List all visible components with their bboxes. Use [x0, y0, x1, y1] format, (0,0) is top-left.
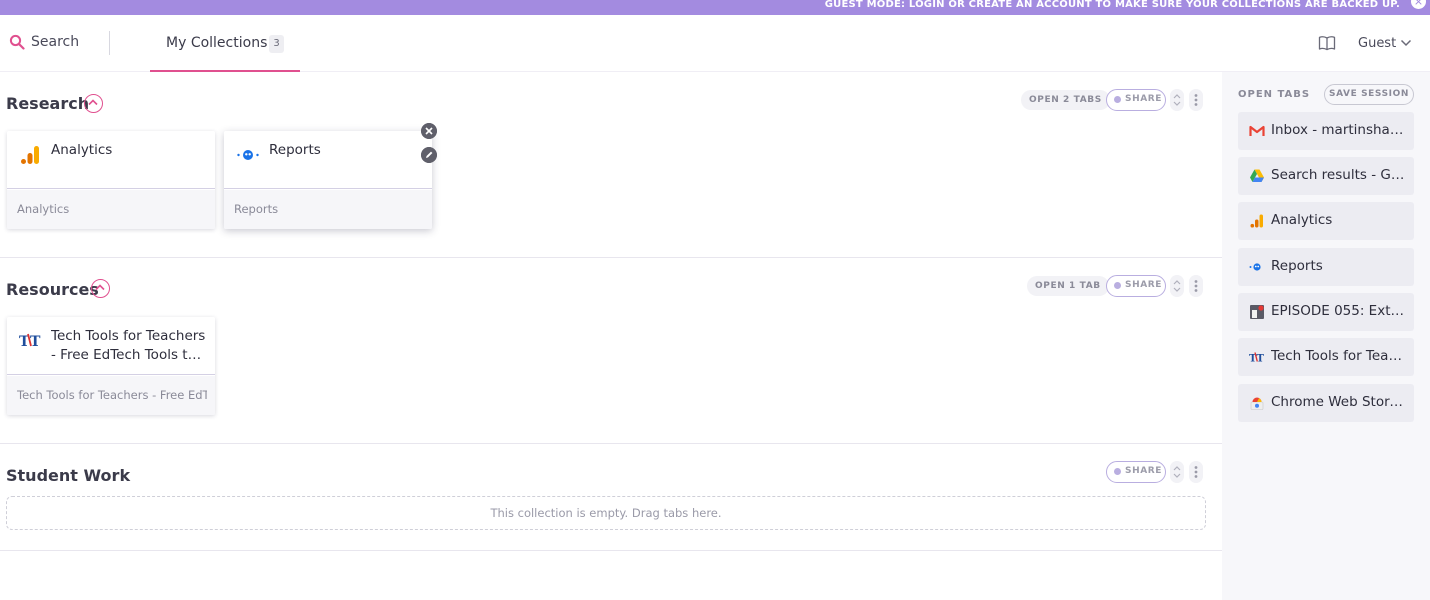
card-header: Reports: [224, 131, 432, 189]
episode-icon: [1250, 305, 1264, 319]
topbar-divider: [109, 31, 110, 55]
card-url: Tech Tools for Teachers - Free EdTe: [17, 388, 207, 402]
sort-icon[interactable]: [1170, 275, 1184, 297]
share-dot-icon: [1114, 468, 1121, 475]
open-tab-item[interactable]: Search results - Go…: [1238, 157, 1414, 195]
tech-tools-icon: T T: [19, 333, 41, 350]
card-footer: Tech Tools for Teachers - Free EdTe: [7, 376, 215, 415]
card-url: Reports: [234, 202, 279, 216]
tab-card-analytics[interactable]: Analytics Analytics: [7, 131, 215, 229]
share-label: SHARE: [1125, 94, 1163, 104]
open-tab-item[interactable]: Inbox - martinshan…: [1238, 112, 1414, 150]
card-url: Analytics: [17, 202, 70, 216]
google-drive-icon: [1250, 169, 1264, 182]
open-tab-item[interactable]: Analytics: [1238, 202, 1414, 240]
more-options-icon[interactable]: [1189, 89, 1203, 111]
analytics-icon: [1250, 214, 1263, 228]
chevron-up-icon: [88, 99, 98, 106]
empty-collection-dropzone[interactable]: This collection is empty. Drag tabs here…: [6, 496, 1206, 530]
tech-tools-icon: T T: [1249, 352, 1265, 365]
user-menu-label[interactable]: Guest: [1358, 36, 1396, 51]
share-dot-icon: [1114, 282, 1121, 289]
svg-text:T: T: [1257, 354, 1265, 365]
collections-panel: Research OPEN 2 TABS SHARE Analytics Ana…: [0, 72, 1222, 600]
open-tab-item[interactable]: Reports: [1238, 248, 1414, 286]
collection-title[interactable]: Research: [6, 94, 89, 113]
card-footer: Reports: [224, 190, 432, 229]
chevron-up-icon: [95, 284, 105, 291]
close-icon[interactable]: [421, 123, 437, 139]
collapse-collection-button[interactable]: [91, 279, 110, 298]
open-tab-label: Analytics: [1271, 212, 1333, 228]
collection-title[interactable]: Student Work: [6, 466, 130, 485]
save-session-button[interactable]: SAVE SESSION: [1324, 84, 1414, 105]
open-tabs-heading: OPEN TABS: [1238, 89, 1311, 100]
more-options-icon[interactable]: [1189, 275, 1203, 297]
open-tabs-button[interactable]: OPEN 2 TABS: [1021, 90, 1110, 110]
share-dot-icon: [1114, 96, 1121, 103]
sort-icon[interactable]: [1170, 89, 1184, 111]
share-label: SHARE: [1125, 466, 1163, 476]
open-tab-item[interactable]: T T Tech Tools for Tea…: [1238, 338, 1414, 376]
open-tab-item[interactable]: Chrome Web Store…: [1238, 384, 1414, 422]
svg-text:T: T: [30, 334, 41, 350]
search-icon[interactable]: [9, 34, 25, 50]
card-header: T T Tech Tools for Teachers - Free EdTec…: [7, 317, 215, 375]
top-bar: My Collections 3 Guest: [0, 15, 1430, 72]
reports-icon: [1249, 263, 1261, 271]
card-title: Tech Tools for Teachers - Free EdTech To…: [51, 328, 206, 363]
open-tab-label: Tech Tools for Tea…: [1271, 348, 1402, 364]
edit-icon[interactable]: [421, 147, 437, 163]
chevron-down-icon[interactable]: [1400, 39, 1412, 47]
guest-mode-text: GUEST MODE: LOGIN OR CREATE AN ACCOUNT T…: [824, 0, 1400, 10]
card-title: Analytics: [51, 142, 113, 158]
reports-icon: [237, 150, 259, 160]
share-button[interactable]: SHARE: [1106, 275, 1166, 297]
tab-card-tech-tools[interactable]: T T Tech Tools for Teachers - Free EdTec…: [7, 317, 215, 415]
open-tab-label: Reports: [1271, 258, 1323, 274]
chrome-web-store-icon: [1250, 397, 1264, 410]
open-tab-label: Inbox - martinshan…: [1271, 122, 1409, 138]
tab-my-collections[interactable]: My Collections 3: [150, 15, 300, 72]
collection-student-work: Student Work SHARE This collection is em…: [0, 444, 1222, 551]
card-header: Analytics: [7, 131, 215, 189]
open-tab-label: EPISODE 055: Exte…: [1271, 303, 1409, 319]
card-title: Reports: [269, 142, 321, 158]
open-tab-label: Chrome Web Store…: [1271, 394, 1409, 410]
open-tabs-sidebar: OPEN TABS SAVE SESSION Inbox - martinsha…: [1222, 72, 1430, 600]
banner-close-icon[interactable]: ×: [1411, 0, 1426, 9]
collection-research: Research OPEN 2 TABS SHARE Analytics Ana…: [0, 72, 1222, 258]
search-input[interactable]: [31, 32, 101, 52]
more-options-icon[interactable]: [1189, 461, 1203, 483]
collapse-collection-button[interactable]: [84, 94, 103, 113]
share-label: SHARE: [1125, 280, 1163, 290]
open-tab-label: Search results - Go…: [1271, 167, 1409, 183]
share-button[interactable]: SHARE: [1106, 461, 1166, 483]
open-tab-item[interactable]: EPISODE 055: Exte…: [1238, 293, 1414, 331]
open-tabs-button[interactable]: OPEN 1 TAB: [1027, 276, 1109, 296]
gmail-icon: [1249, 125, 1265, 136]
collection-title[interactable]: Resources: [6, 280, 99, 299]
tab-label: My Collections: [166, 35, 268, 51]
sort-icon[interactable]: [1170, 461, 1184, 483]
tab-card-reports[interactable]: Reports Reports: [224, 131, 432, 229]
book-icon[interactable]: [1318, 35, 1336, 51]
analytics-icon: [21, 146, 39, 164]
share-button[interactable]: SHARE: [1106, 89, 1166, 111]
collection-resources: Resources OPEN 1 TAB SHARE T T Tech Tool…: [0, 258, 1222, 444]
card-footer: Analytics: [7, 190, 215, 229]
collections-count-badge: 3: [269, 35, 284, 53]
guest-mode-banner: GUEST MODE: LOGIN OR CREATE AN ACCOUNT T…: [0, 0, 1430, 15]
